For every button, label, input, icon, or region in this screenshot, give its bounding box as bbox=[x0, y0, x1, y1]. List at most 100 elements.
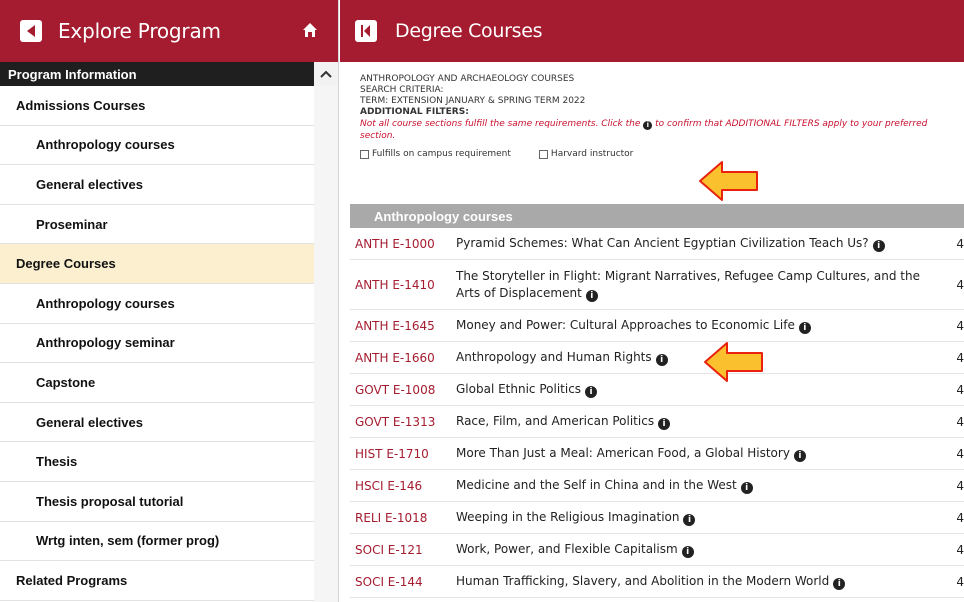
info-icon[interactable]: i bbox=[798, 322, 811, 334]
nav-item-label: Anthropology seminar bbox=[36, 335, 175, 351]
nav-item-label: Related Programs bbox=[16, 572, 128, 588]
nav-item[interactable]: Thesis bbox=[0, 442, 314, 482]
section-header-label: Anthropology courses bbox=[374, 208, 513, 224]
collapse-left-icon bbox=[361, 25, 370, 37]
nav-item[interactable]: Anthropology courses bbox=[0, 284, 314, 324]
course-title-text: Race, Film, and American Politics bbox=[456, 414, 655, 428]
degree-courses-panel: Degree Courses ANTHROPOLOGY AND ARCHAEOL… bbox=[340, 0, 964, 602]
harvard-instructor-checkbox[interactable] bbox=[538, 150, 548, 159]
course-title: Weeping in the Religious Imagination i bbox=[456, 509, 952, 526]
course-code-link[interactable]: ANTH E-1660 bbox=[350, 351, 456, 365]
annotation-arrow-icon bbox=[699, 161, 758, 201]
courses-table: Anthropology courses ANTH E-1000 Pyramid … bbox=[350, 204, 964, 598]
course-code-link[interactable]: SOCI E-144 bbox=[350, 575, 456, 589]
chevron-up-icon bbox=[320, 70, 332, 78]
course-credits: 4 bbox=[956, 542, 964, 557]
course-row[interactable]: GOVT E-1008 Global Ethnic Politics i 4 bbox=[350, 374, 964, 406]
course-row[interactable]: RELI E-1018 Weeping in the Religious Imag… bbox=[350, 502, 964, 534]
info-icon[interactable]: i bbox=[740, 482, 753, 494]
nav-item[interactable]: Wrtg inten, sem (former prog) bbox=[0, 522, 314, 562]
course-code-link[interactable]: ANTH E-1000 bbox=[350, 237, 456, 251]
program-information-label: Program Information bbox=[8, 66, 137, 82]
course-title: Work, Power, and Flexible Capitalism i bbox=[456, 541, 952, 558]
explore-program-header: Explore Program bbox=[0, 0, 338, 62]
course-credits: 4 bbox=[956, 414, 964, 429]
course-row[interactable]: HIST E-1710 More Than Just a Meal: Americ… bbox=[350, 438, 964, 470]
course-credits: 4 bbox=[956, 318, 964, 333]
filter-label: Harvard instructor bbox=[550, 149, 634, 159]
nav-item[interactable]: Capstone bbox=[0, 363, 314, 403]
info-icon[interactable]: i bbox=[655, 354, 668, 366]
course-row[interactable]: SOCI E-121 Work, Power, and Flexible Capi… bbox=[350, 534, 964, 566]
nav-item-label: Anthropology courses bbox=[36, 295, 175, 311]
filter-label: Fulfills on campus requirement bbox=[372, 149, 511, 159]
nav-item-label: Thesis bbox=[36, 454, 78, 470]
nav-item-label: Capstone bbox=[36, 374, 96, 390]
course-title: Race, Film, and American Politics i bbox=[456, 413, 952, 430]
back-arrow-icon bbox=[27, 25, 35, 37]
back-button[interactable] bbox=[20, 20, 42, 42]
course-rows: ANTH E-1000 Pyramid Schemes: What Can Anc… bbox=[350, 228, 964, 598]
nav-item[interactable]: General electives bbox=[0, 165, 314, 205]
course-row[interactable]: SOCI E-144 Human Trafficking, Slavery, an… bbox=[350, 566, 964, 598]
course-row[interactable]: ANTH E-1000 Pyramid Schemes: What Can Anc… bbox=[350, 228, 964, 260]
nav-scrollbar[interactable] bbox=[314, 86, 338, 602]
scroll-up-button[interactable] bbox=[314, 62, 338, 86]
course-credits: 4 bbox=[956, 277, 964, 292]
nav-item[interactable]: Related Programs bbox=[0, 561, 314, 601]
course-code-link[interactable]: GOVT E-1313 bbox=[350, 415, 456, 429]
course-code-link[interactable]: SOCI E-121 bbox=[350, 543, 456, 557]
course-credits: 4 bbox=[956, 446, 964, 461]
nav-item[interactable]: General electives bbox=[0, 403, 314, 443]
course-credits: 4 bbox=[956, 478, 964, 493]
filter-options: Fulfills on campus requirement Harvard i… bbox=[360, 149, 964, 160]
program-heading: ANTHROPOLOGY AND ARCHAEOLOGY COURSES bbox=[360, 74, 575, 84]
nav-item-label: Thesis proposal tutorial bbox=[36, 493, 184, 509]
search-criteria-label: SEARCH CRITERIA: bbox=[360, 85, 444, 95]
course-code-link[interactable]: GOVT E-1008 bbox=[350, 383, 456, 397]
course-row[interactable]: ANTH E-1660 Anthropology and Human Rights… bbox=[350, 342, 964, 374]
course-title-text: Money and Power: Cultural Approaches to … bbox=[456, 318, 795, 332]
course-row[interactable]: ANTH E-1410 The Storyteller in Flight: Mi… bbox=[350, 260, 964, 310]
info-icon[interactable]: i bbox=[585, 386, 598, 398]
info-icon[interactable]: i bbox=[793, 450, 806, 462]
info-icon[interactable]: i bbox=[681, 546, 694, 558]
nav-item-label: Admissions Courses bbox=[16, 97, 146, 113]
campus-requirement-checkbox[interactable] bbox=[360, 150, 369, 159]
course-credits: 4 bbox=[956, 350, 964, 365]
search-info: ANTHROPOLOGY AND ARCHAEOLOGY COURSES SEA… bbox=[340, 62, 964, 160]
info-icon[interactable]: i bbox=[585, 289, 598, 302]
filter-campus-requirement[interactable]: Fulfills on campus requirement bbox=[360, 149, 511, 160]
panel-title: Explore Program bbox=[58, 19, 221, 43]
course-credits: 4 bbox=[956, 510, 964, 525]
course-title-text: Weeping in the Religious Imagination bbox=[456, 510, 680, 524]
course-code-link[interactable]: ANTH E-1645 bbox=[350, 319, 456, 333]
course-row[interactable]: HSCI E-146 Medicine and the Self in China… bbox=[350, 470, 964, 502]
info-icon[interactable]: i bbox=[833, 578, 846, 590]
course-credits: 4 bbox=[956, 382, 964, 397]
collapse-panel-button[interactable] bbox=[355, 20, 377, 42]
nav-item[interactable]: Thesis proposal tutorial bbox=[0, 482, 314, 522]
filter-harvard-instructor[interactable]: Harvard instructor bbox=[538, 149, 634, 160]
info-icon: i bbox=[643, 121, 653, 130]
course-title-text: Pyramid Schemes: What Can Ancient Egypti… bbox=[456, 236, 869, 250]
home-icon[interactable] bbox=[302, 22, 318, 38]
info-icon[interactable]: i bbox=[872, 240, 885, 252]
info-icon[interactable]: i bbox=[683, 514, 696, 526]
course-title-text: The Storyteller in Flight: Migrant Narra… bbox=[456, 268, 920, 300]
nav-item[interactable]: Proseminar bbox=[0, 205, 314, 245]
program-information-bar[interactable]: Program Information bbox=[0, 62, 338, 86]
course-row[interactable]: GOVT E-1313 Race, Film, and American Poli… bbox=[350, 406, 964, 438]
course-code-link[interactable]: ANTH E-1410 bbox=[350, 278, 456, 292]
nav-item[interactable]: Anthropology courses bbox=[0, 126, 314, 166]
course-credits: 4 bbox=[956, 574, 964, 589]
info-icon[interactable]: i bbox=[658, 418, 671, 430]
nav-item[interactable]: Anthropology seminar bbox=[0, 324, 314, 364]
nav-item[interactable]: Admissions Courses bbox=[0, 86, 314, 126]
course-row[interactable]: ANTH E-1645 Money and Power: Cultural App… bbox=[350, 310, 964, 342]
course-code-link[interactable]: HSCI E-146 bbox=[350, 479, 456, 493]
explore-program-panel: Explore Program Program Information Admi… bbox=[0, 0, 339, 602]
course-code-link[interactable]: RELI E-1018 bbox=[350, 511, 456, 525]
nav-item[interactable]: Degree Courses bbox=[0, 244, 314, 284]
course-code-link[interactable]: HIST E-1710 bbox=[350, 447, 456, 461]
